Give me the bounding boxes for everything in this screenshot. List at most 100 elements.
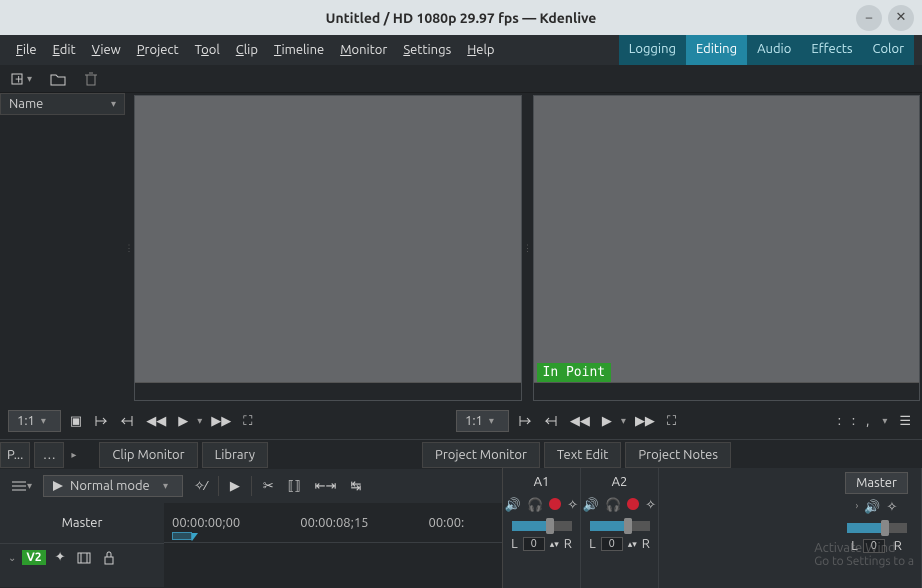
insert-icon[interactable]: ⇤⇥ xyxy=(312,476,340,497)
headphones-icon[interactable]: 🎧 xyxy=(527,498,543,513)
edit-mode-dropdown[interactable]: Normal mode ▾ xyxy=(43,475,183,497)
proj-monitor-zoom[interactable]: 1:1▾ xyxy=(456,410,509,432)
delete-clip-button[interactable] xyxy=(81,69,101,89)
crop-icon[interactable]: ⛶ xyxy=(664,411,679,432)
track-v2-header[interactable]: ⌄ V2 ✦ xyxy=(0,543,164,571)
menu-file[interactable]: File xyxy=(8,40,45,60)
set-out-icon[interactable] xyxy=(117,411,137,431)
clip-monitor-view[interactable] xyxy=(135,96,521,382)
speaker-icon[interactable]: 🔊 xyxy=(864,500,880,515)
menu-help[interactable]: Help xyxy=(459,40,502,60)
tab-more[interactable]: … xyxy=(34,442,64,468)
project-monitor-ruler[interactable] xyxy=(534,382,920,400)
pan-value[interactable] xyxy=(523,537,545,551)
panel-tabs: P... … ▸ Clip Monitor Library Project Mo… xyxy=(0,439,922,469)
project-monitor-view[interactable] xyxy=(534,96,920,382)
bin-column-name: Name xyxy=(9,97,43,111)
add-clip-button[interactable]: +▾ xyxy=(8,69,35,89)
speaker-icon[interactable]: 🔊 xyxy=(583,498,599,513)
minimize-button[interactable]: – xyxy=(856,5,882,31)
monitor-menu-chevron[interactable]: ▾ xyxy=(879,412,890,430)
play-timeline-icon[interactable]: ▶ xyxy=(227,476,243,497)
add-folder-button[interactable] xyxy=(47,69,69,89)
tab-text-edit[interactable]: Text Edit xyxy=(544,442,622,468)
collapse-icon[interactable]: ⌄ xyxy=(8,552,16,564)
set-out-icon[interactable] xyxy=(541,411,561,431)
headphones-icon[interactable]: 🎧 xyxy=(605,498,621,513)
tab-project-notes[interactable]: Project Notes xyxy=(625,442,731,468)
channel-name: A2 xyxy=(602,472,638,492)
zone-marker[interactable] xyxy=(172,532,192,540)
record-icon[interactable] xyxy=(627,498,639,510)
mode-editing[interactable]: Editing xyxy=(686,35,747,65)
menubar: File Edit View Project Tool Clip Timelin… xyxy=(0,35,922,65)
menu-monitor[interactable]: Monitor xyxy=(332,40,395,60)
pan-control[interactable]: L ▴▾ R xyxy=(511,537,572,551)
track-menu-icon[interactable]: ▾ xyxy=(8,476,35,496)
film-icon[interactable] xyxy=(74,549,94,567)
pan-value[interactable] xyxy=(601,537,623,551)
tab-p[interactable]: P... xyxy=(0,442,30,468)
cut-icon[interactable]: ✂ xyxy=(260,476,277,497)
speaker-icon[interactable]: 🔊 xyxy=(505,498,521,513)
lock-icon[interactable] xyxy=(100,548,118,568)
wand-icon[interactable]: ✧ xyxy=(567,498,578,513)
window-title: Untitled / HD 1080p 29.97 fps — Kdenlive xyxy=(326,10,597,26)
splitter[interactable]: ⋮ xyxy=(524,93,531,403)
in-point-label: In Point xyxy=(537,363,612,382)
menu-view[interactable]: View xyxy=(84,40,129,60)
tab-project-monitor[interactable]: Project Monitor xyxy=(422,442,540,468)
clip-monitor-pane xyxy=(134,95,522,401)
mode-audio[interactable]: Audio xyxy=(747,35,801,65)
audio-mixer: A1 🔊 🎧 ✧ L ▴▾ R A2 🔊 🎧 ✧ L ▴▾ R xyxy=(502,468,922,588)
project-monitor-pane: In Point xyxy=(533,95,921,401)
chevron-down-icon: ▾ xyxy=(111,98,116,110)
forward-icon[interactable]: ▶▶ xyxy=(208,411,234,432)
menu-edit[interactable]: Edit xyxy=(45,40,84,60)
pan-control[interactable]: L ▴▾ R xyxy=(589,537,650,551)
mode-logging[interactable]: Logging xyxy=(619,35,686,65)
clip-mon-full-icon[interactable]: ▣ xyxy=(67,411,85,432)
timecode: 00:00:08;15 xyxy=(300,516,368,530)
tab-library[interactable]: Library xyxy=(202,442,268,468)
set-in-icon[interactable] xyxy=(91,411,111,431)
bracket-icon[interactable]: ⟦⟧ xyxy=(285,476,304,497)
edit-mode-label: Normal mode xyxy=(70,479,150,493)
splitter[interactable]: ⋮ xyxy=(125,93,132,403)
volume-slider[interactable] xyxy=(590,521,650,531)
mode-color[interactable]: Color xyxy=(863,35,915,65)
timecode: 00:00:00;00 xyxy=(172,516,240,530)
record-icon[interactable] xyxy=(549,498,561,510)
menu-tool[interactable]: Tool xyxy=(187,40,228,60)
volume-slider[interactable] xyxy=(512,521,572,531)
set-in-icon[interactable] xyxy=(515,411,535,431)
effects-icon[interactable]: ✦ xyxy=(52,547,69,568)
clip-monitor-ruler[interactable] xyxy=(135,382,521,400)
bin-column-header[interactable]: Name ▾ xyxy=(0,93,125,115)
mode-effects[interactable]: Effects xyxy=(801,35,862,65)
upper-panels: Name ▾ ⋮ ⋮ In Point xyxy=(0,93,922,403)
expand-icon[interactable]: › xyxy=(856,500,859,515)
menu-clip[interactable]: Clip xyxy=(228,40,266,60)
play-icon[interactable]: ▶ xyxy=(175,411,191,432)
overwrite-icon[interactable]: ↹ xyxy=(347,476,364,497)
wand-icon[interactable]: ✧⁄ xyxy=(191,476,210,497)
menu-settings[interactable]: Settings xyxy=(395,40,459,60)
tab-overflow-icon[interactable]: ▸ xyxy=(68,446,79,464)
crop-icon[interactable]: ⛶ xyxy=(240,411,255,432)
rewind-icon[interactable]: ◀◀ xyxy=(567,411,593,432)
wand-icon[interactable]: ✧ xyxy=(887,500,898,515)
channel-name: A1 xyxy=(524,472,560,492)
wand-icon[interactable]: ✧ xyxy=(645,498,656,513)
master-track-label[interactable]: Master xyxy=(0,503,164,543)
volume-slider[interactable] xyxy=(847,523,907,533)
clip-monitor-zoom[interactable]: 1:1▾ xyxy=(8,410,61,432)
rewind-icon[interactable]: ◀◀ xyxy=(143,411,169,432)
tab-clip-monitor[interactable]: Clip Monitor xyxy=(99,442,197,468)
play-icon[interactable]: ▶ xyxy=(599,411,615,432)
hamburger-icon[interactable]: ☰ xyxy=(896,411,914,432)
close-button[interactable]: ✕ xyxy=(888,5,914,31)
menu-project[interactable]: Project xyxy=(129,40,187,60)
menu-timeline[interactable]: Timeline xyxy=(266,40,332,60)
forward-icon[interactable]: ▶▶ xyxy=(632,411,658,432)
